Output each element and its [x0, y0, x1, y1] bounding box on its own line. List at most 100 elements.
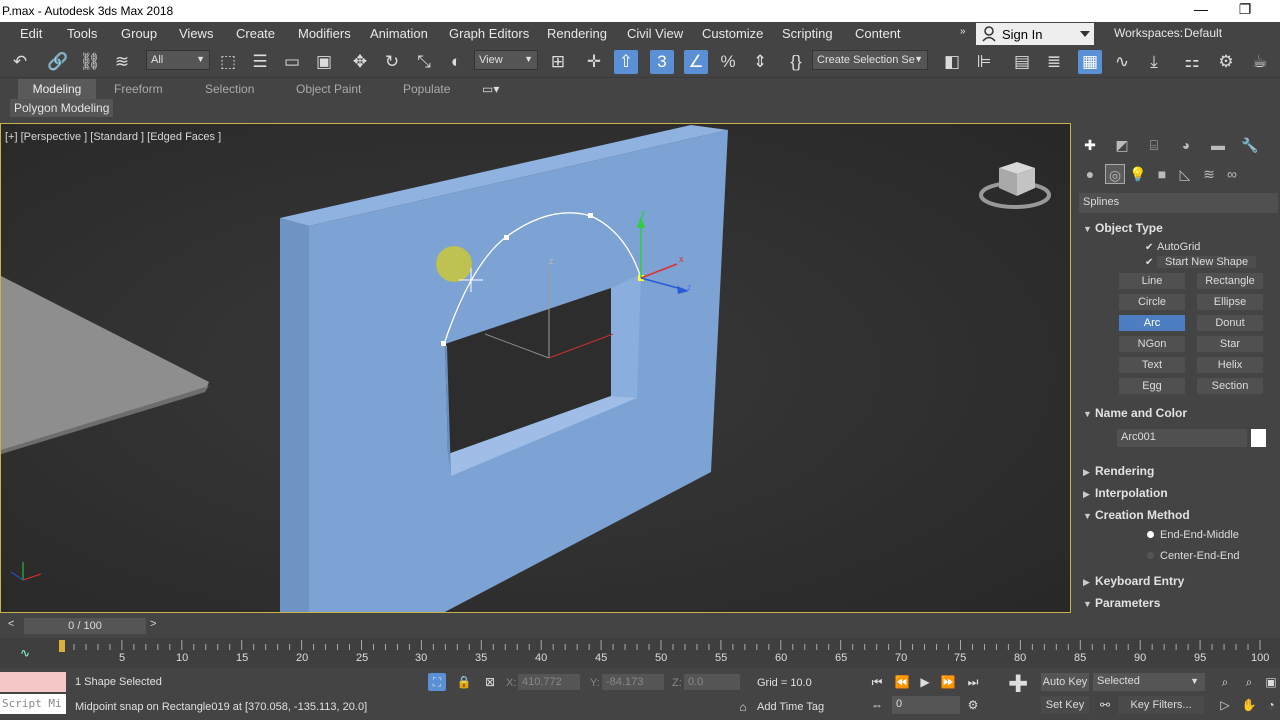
tab-freeform[interactable]: Freeform: [114, 79, 163, 99]
bind-space-warp-icon[interactable]: ≋: [110, 50, 134, 74]
menu-views[interactable]: Views: [179, 26, 213, 41]
object-name-input[interactable]: Arc001: [1117, 429, 1247, 447]
spinner-snap-icon[interactable]: ⇕: [748, 50, 772, 74]
set-key-button[interactable]: Set Key: [1041, 696, 1089, 714]
pivot-center-icon[interactable]: ⊞: [546, 50, 570, 74]
auto-key-button[interactable]: Auto Key: [1041, 673, 1089, 691]
rollout-object-type[interactable]: ▼ Object Type: [1083, 221, 1163, 235]
rollout-creation-method[interactable]: ▼ Creation Method: [1083, 508, 1190, 522]
time-configuration-icon[interactable]: ⚙: [964, 696, 982, 714]
move-icon[interactable]: ✥: [348, 50, 372, 74]
shapes-icon[interactable]: ◎: [1105, 164, 1125, 184]
section-button[interactable]: Section: [1197, 378, 1263, 394]
mirror-icon[interactable]: ◧: [940, 50, 964, 74]
restore-button[interactable]: ❐: [1222, 1, 1268, 21]
tab-modeling[interactable]: Modeling: [18, 79, 96, 99]
helix-button[interactable]: Helix: [1197, 357, 1263, 373]
rollout-parameters[interactable]: ▼ Parameters: [1083, 596, 1160, 610]
arc-vertex[interactable]: [588, 213, 593, 218]
lights-icon[interactable]: 💡: [1128, 164, 1148, 184]
schematic-view-icon[interactable]: ⤓: [1142, 50, 1166, 74]
tab-populate[interactable]: Populate: [403, 79, 450, 99]
modify-tab-icon[interactable]: ◩: [1112, 135, 1132, 155]
menu-graph-editors[interactable]: Graph Editors: [449, 26, 529, 41]
egg-button[interactable]: Egg: [1119, 378, 1185, 394]
snaps-toggle-icon[interactable]: 3: [650, 50, 674, 74]
menu-customize[interactable]: Customize: [702, 26, 763, 41]
placement-icon[interactable]: ◐: [444, 50, 468, 74]
percent-snap-icon[interactable]: %: [716, 50, 740, 74]
key-filter-icon[interactable]: ⚯: [1096, 696, 1114, 714]
selection-set-dropdown[interactable]: Selected ▼: [1093, 673, 1205, 691]
orbit-icon[interactable]: ◔: [1262, 696, 1280, 714]
add-time-tag-button[interactable]: Add Time Tag: [757, 701, 824, 713]
scene-explorer-icon[interactable]: ▤: [1010, 50, 1034, 74]
select-by-name-icon[interactable]: ☰: [248, 50, 272, 74]
unlink-icon[interactable]: ⛓: [78, 50, 102, 74]
undo-icon[interactable]: ↶: [8, 50, 32, 74]
render-setup-icon[interactable]: ⚙: [1214, 50, 1238, 74]
arc-button[interactable]: Arc: [1119, 315, 1185, 331]
ribbon-toggle-icon[interactable]: ▦: [1078, 50, 1102, 74]
key-mode-toggle-icon[interactable]: ⇔: [868, 696, 886, 714]
rect-selection-region-icon[interactable]: ▭: [280, 50, 304, 74]
current-frame-field[interactable]: 0: [892, 696, 960, 714]
select-object-icon[interactable]: ⬚: [216, 50, 240, 74]
play-icon[interactable]: ▶: [916, 673, 934, 691]
menu-civil-view[interactable]: Civil View: [627, 26, 683, 41]
start-new-shape-checkbox[interactable]: ✔ Start New Shape: [1145, 256, 1257, 268]
hierarchy-tab-icon[interactable]: ⌸: [1144, 135, 1164, 155]
material-editor-icon[interactable]: ⚏: [1180, 50, 1204, 74]
rollout-rendering[interactable]: ▶ Rendering: [1083, 464, 1154, 478]
autogrid-checkbox[interactable]: ✔ AutoGrid: [1145, 241, 1200, 253]
menu-modifiers[interactable]: Modifiers: [298, 26, 351, 41]
goto-end-icon[interactable]: ⏭: [964, 673, 982, 691]
named-selection-dropdown[interactable]: Create Selection Se ▼: [812, 50, 928, 70]
maxscript-listener-input[interactable]: Script Mi: [0, 694, 66, 714]
menu-tools[interactable]: Tools: [67, 26, 97, 41]
menu-overflow-icon[interactable]: »: [960, 26, 966, 37]
menu-content[interactable]: Content: [855, 26, 901, 41]
previous-frame-icon[interactable]: ⏪: [893, 673, 911, 691]
rollout-interpolation[interactable]: ▶ Interpolation: [1083, 486, 1168, 500]
text-button[interactable]: Text: [1119, 357, 1185, 373]
rollout-name-and-color[interactable]: ▼ Name and Color: [1083, 406, 1187, 420]
circle-button[interactable]: Circle: [1119, 294, 1185, 310]
zoom-all-icon[interactable]: ⌕: [1240, 673, 1258, 691]
render-frame-icon[interactable]: ☕: [1248, 50, 1272, 74]
absolute-mode-icon[interactable]: ⊠: [481, 673, 499, 691]
display-tab-icon[interactable]: ▬: [1208, 135, 1228, 155]
zoom-icon[interactable]: ⌕: [1216, 673, 1234, 691]
tab-selection[interactable]: Selection: [205, 79, 254, 99]
layer-explorer-icon[interactable]: ≣: [1042, 50, 1066, 74]
perspective-viewport[interactable]: y x z z [+] [Perspective ] [Standard ] […: [0, 123, 1071, 613]
key-filters-button[interactable]: Key Filters...: [1118, 696, 1204, 714]
scale-icon[interactable]: ⤡: [412, 50, 436, 74]
rectangle-button[interactable]: Rectangle: [1197, 273, 1263, 289]
set-keys-icon[interactable]: ✚: [1004, 673, 1032, 704]
track-bar[interactable]: ∿: [0, 638, 1280, 668]
geometry-icon[interactable]: ●: [1080, 164, 1100, 184]
menu-create[interactable]: Create: [236, 26, 275, 41]
radio-center-end-end[interactable]: Center-End-End: [1147, 550, 1240, 562]
minimize-button[interactable]: —: [1178, 1, 1224, 21]
donut-button[interactable]: Donut: [1197, 315, 1263, 331]
y-coordinate-field[interactable]: -84.173: [602, 674, 664, 690]
sign-in-dropdown[interactable]: Sign In: [976, 23, 1094, 45]
rotate-icon[interactable]: ↻: [380, 50, 404, 74]
goto-start-icon[interactable]: ⏮: [868, 673, 886, 691]
isolate-selection-icon[interactable]: ⛶: [428, 673, 446, 691]
next-frame-icon[interactable]: ⏩: [939, 673, 957, 691]
polygon-modeling-button[interactable]: Polygon Modeling: [10, 99, 114, 117]
zoom-extents-icon[interactable]: ▣: [1262, 673, 1280, 691]
space-warps-icon[interactable]: ≋: [1199, 164, 1219, 184]
rollout-keyboard-entry[interactable]: ▶ Keyboard Entry: [1083, 574, 1184, 588]
manipulate-icon[interactable]: ✛: [582, 50, 606, 74]
maxscript-listener-output[interactable]: [0, 672, 66, 692]
workspace-dropdown[interactable]: Default: [1184, 26, 1222, 40]
angle-snap-icon[interactable]: ∠: [684, 50, 708, 74]
ngon-button[interactable]: NGon: [1119, 336, 1185, 352]
menu-animation[interactable]: Animation: [370, 26, 428, 41]
radio-end-end-middle[interactable]: End-End-Middle: [1147, 529, 1239, 541]
time-tag-icon[interactable]: ⌂: [734, 698, 752, 716]
